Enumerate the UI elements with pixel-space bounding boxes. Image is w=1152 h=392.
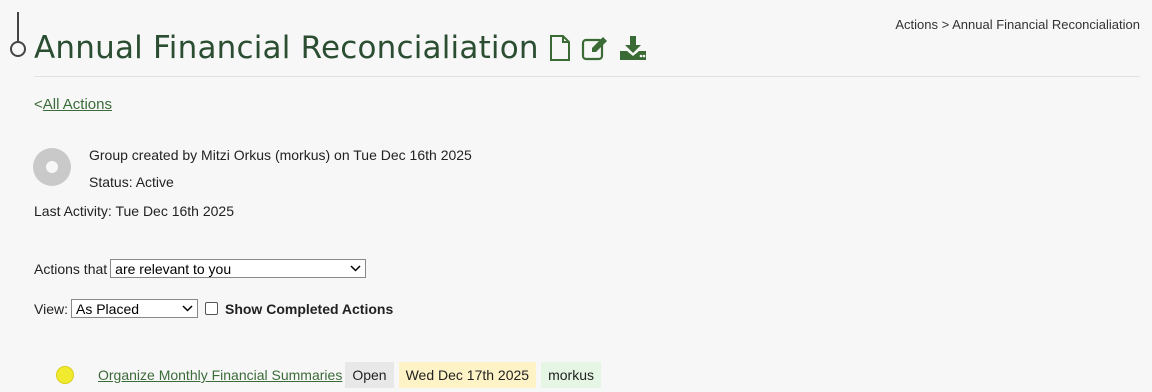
chevron-down-icon [350,263,361,275]
page-title: Annual Financial Reconcialiation [34,30,539,66]
action-user-badge: morkus [541,362,601,388]
back-prefix: < [34,96,43,113]
edit-icon[interactable] [581,35,609,61]
page-header: Annual Financial Reconcialiation [34,30,647,66]
status-dot-icon [56,366,74,384]
view-select-value: As Placed [75,300,140,317]
breadcrumb-separator: > [941,17,950,32]
back-link-container: <All Actions [34,96,112,113]
group-created-text: Group created by Mitzi Orkus (morkus) on… [89,147,472,163]
show-completed-checkbox[interactable] [204,302,218,315]
breadcrumb-actions-link[interactable]: Actions [895,17,938,32]
timeline-node [10,41,26,57]
view-label: View: [34,300,68,317]
all-actions-link[interactable]: All Actions [43,96,112,113]
timeline-line [17,12,19,42]
breadcrumb: Actions > Annual Financial Reconcialiati… [895,17,1140,32]
avatar [33,148,71,186]
view-row: View: As Placed Show Completed Actions [34,299,393,318]
show-completed-label[interactable]: Show Completed Actions [225,301,393,317]
actions-relevance-value: are relevant to you [115,260,232,277]
last-activity-text: Last Activity: Tue Dec 16th 2025 [34,203,235,219]
view-select[interactable]: As Placed [70,299,198,318]
action-due-date-badge: Wed Dec 17th 2025 [398,362,537,388]
actions-relevance-select[interactable]: are relevant to you [110,259,367,278]
action-item: Organize Monthly Financial Summaries Ope… [56,362,601,388]
chevron-down-icon [182,303,193,315]
document-icon[interactable] [549,35,571,61]
action-title-link[interactable]: Organize Monthly Financial Summaries [98,367,342,383]
breadcrumb-current: Annual Financial Reconcialiation [952,17,1140,32]
actions-filter-row: Actions that are relevant to you [34,259,367,278]
group-status-text: Status: Active [89,174,174,190]
action-status-badge: Open [345,362,394,388]
actions-filter-label: Actions that [34,260,108,277]
header-divider [34,76,1140,77]
download-icon[interactable] [619,35,647,61]
